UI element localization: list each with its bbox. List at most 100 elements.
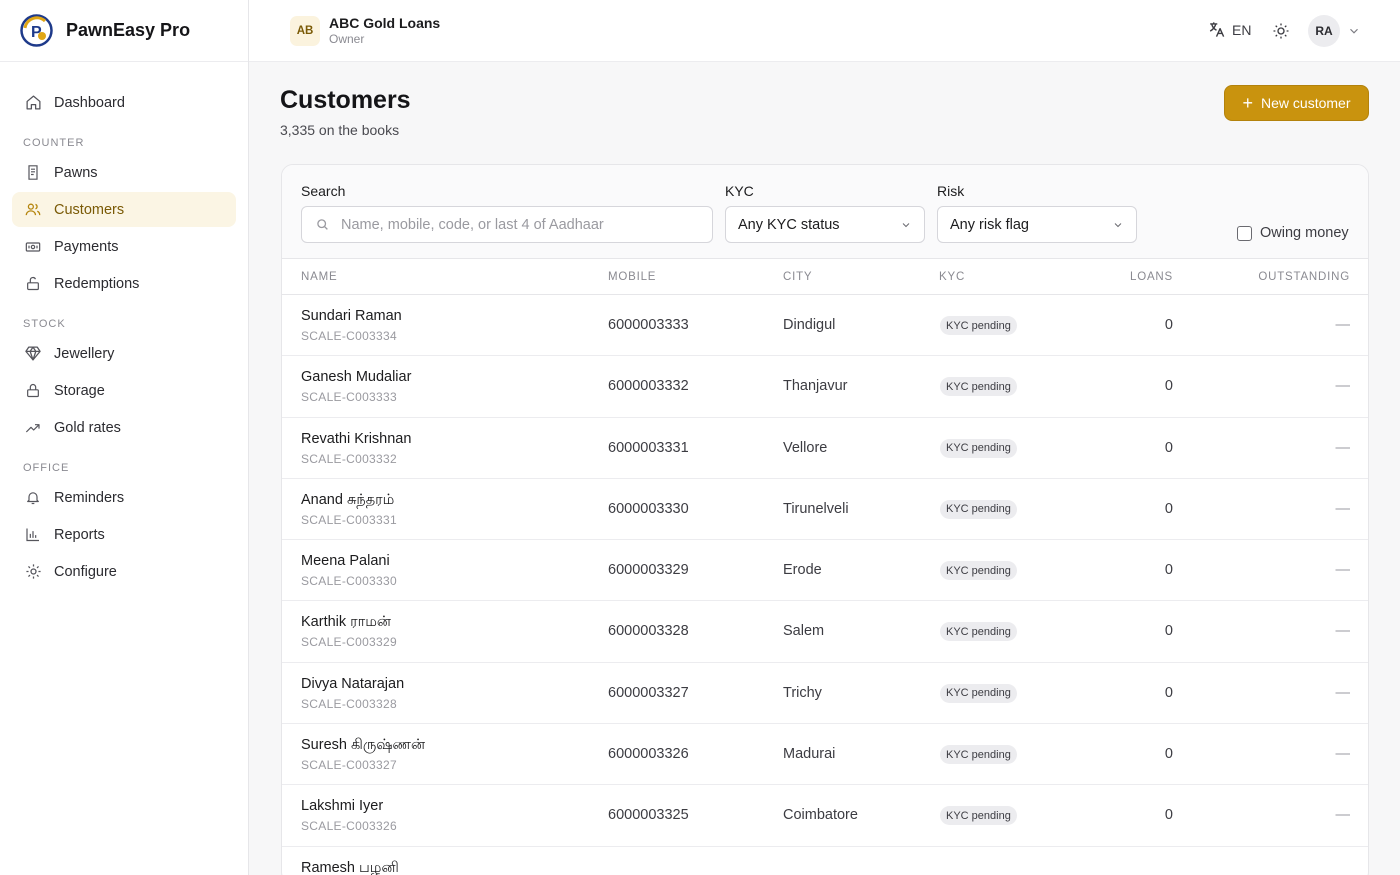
customer-code: SCALE-C003329 — [301, 635, 397, 650]
table-row[interactable]: Suresh கிருஷ்ணன் SCALE-C003327 6000003326 M… — [282, 724, 1368, 786]
trending-up-icon — [24, 419, 42, 437]
customers-card: Search Name, mobile, code, or last 4 of … — [281, 164, 1369, 875]
section-label-counter: COUNTER — [23, 137, 85, 149]
customer-name: Suresh கிருஷ்ணன் — [301, 737, 426, 754]
sidebar-item-configure[interactable]: Configure — [12, 554, 236, 589]
loan-count: 0 — [1164, 807, 1173, 824]
translate-icon — [1209, 22, 1225, 37]
table-body: Sundari Raman SCALE-C003334 6000003333 Dind… — [282, 295, 1368, 875]
lock-icon — [24, 382, 42, 400]
column-header-kyc[interactable]: KYC — [939, 271, 965, 283]
theme-toggle-button[interactable] — [1271, 21, 1291, 41]
bar-chart-icon — [24, 526, 42, 544]
new-customer-label: New customer — [1261, 95, 1351, 111]
sidebar-item-label: Payments — [54, 238, 119, 255]
outstanding-amount: — — [1335, 684, 1351, 701]
chevron-down-icon[interactable] — [1347, 24, 1361, 38]
column-header-outstanding[interactable]: OUTSTANDING — [1258, 271, 1350, 283]
logo-icon: P — [20, 14, 53, 47]
table-row[interactable]: Anand சுந்தரம் SCALE-C003331 6000003330 Tir… — [282, 479, 1368, 541]
customer-city: Madurai — [783, 746, 836, 763]
sidebar-item-reminders[interactable]: Reminders — [12, 480, 236, 515]
sidebar-item-reports[interactable]: Reports — [12, 517, 236, 552]
column-header-mobile[interactable]: MOBILE — [608, 271, 656, 283]
customer-name: Divya Natarajan — [301, 675, 405, 692]
customer-city: Tirunelveli — [783, 500, 849, 517]
owing-money-filter[interactable]: Owing money — [1237, 225, 1349, 241]
column-header-city[interactable]: CITY — [783, 271, 812, 283]
customer-name: Ganesh Mudaliar — [301, 369, 412, 386]
customer-city: Trichy — [783, 684, 822, 701]
outstanding-amount: — — [1335, 562, 1351, 579]
kyc-select[interactable]: Any KYC status — [725, 206, 925, 243]
language-switcher[interactable]: EN — [1207, 20, 1251, 39]
sidebar-item-storage[interactable]: Storage — [12, 373, 236, 408]
kyc-status-badge: KYC pending — [940, 745, 1017, 765]
loan-count: 0 — [1164, 746, 1173, 763]
customer-city: Thanjavur — [783, 378, 848, 395]
settings-icon — [24, 563, 42, 581]
receipt-icon — [24, 164, 42, 182]
risk-select[interactable]: Any risk flag — [937, 206, 1137, 243]
table-row[interactable]: Sundari Raman SCALE-C003334 6000003333 Dind… — [282, 295, 1368, 357]
customer-city: Erode — [783, 562, 822, 579]
brand[interactable]: P PawnEasy Pro — [0, 0, 248, 62]
table-row[interactable]: Meena Palani SCALE-C003330 6000003329 Erode… — [282, 540, 1368, 602]
loan-count: 0 — [1164, 439, 1173, 456]
table-row[interactable]: Ramesh பழனி — [282, 847, 1368, 875]
customer-code: SCALE-C003334 — [301, 329, 397, 343]
search-input[interactable]: Name, mobile, code, or last 4 of Aadhaar — [301, 206, 713, 243]
customer-mobile: 6000003333 — [608, 317, 689, 333]
filters-bar: Search Name, mobile, code, or last 4 of … — [282, 165, 1368, 259]
outstanding-amount: — — [1335, 746, 1351, 763]
unlock-icon — [24, 275, 42, 293]
page-subtitle: 3,335 on the books — [280, 122, 400, 138]
chevron-down-icon — [1114, 223, 1122, 228]
sidebar-item-gold-rates[interactable]: Gold rates — [12, 410, 236, 445]
customer-code: SCALE-C003327 — [301, 758, 397, 773]
customer-name: Meena Palani — [301, 553, 390, 570]
users-icon — [24, 201, 42, 219]
outstanding-amount: — — [1335, 317, 1351, 333]
page-title: Customers — [280, 86, 411, 114]
table-row[interactable]: Lakshmi Iyer SCALE-C003326 6000003325 Coimb… — [282, 785, 1368, 847]
new-customer-button[interactable]: + New customer — [1224, 85, 1369, 121]
table-row[interactable]: Revathi Krishnan SCALE-C003332 6000003331 V… — [282, 418, 1368, 479]
customer-mobile: 6000003327 — [608, 684, 689, 701]
org-badge[interactable]: AB — [290, 16, 320, 46]
language-label: EN — [1232, 21, 1252, 38]
owing-money-checkbox[interactable] — [1237, 225, 1252, 241]
sidebar-item-pawns[interactable]: Pawns — [12, 155, 236, 190]
table-row[interactable]: Ganesh Mudaliar SCALE-C003333 6000003332 Th… — [282, 356, 1368, 418]
kyc-status-badge: KYC pending — [940, 438, 1017, 458]
sidebar-item-label: Reminders — [54, 489, 125, 506]
sidebar-item-customers[interactable]: Customers — [12, 192, 236, 227]
kyc-label: KYC — [725, 183, 754, 199]
customer-mobile: 6000003331 — [608, 439, 689, 456]
table-row[interactable]: Karthik ராமன் SCALE-C003329 6000003328 Sale… — [282, 601, 1368, 663]
customer-code: SCALE-C003330 — [301, 574, 397, 589]
loan-count: 0 — [1164, 562, 1173, 579]
loan-count: 0 — [1164, 500, 1173, 517]
table-header: NAME MOBILE CITY KYC LOANS OUTSTANDING — [282, 259, 1368, 295]
avatar[interactable]: RA — [1308, 15, 1340, 47]
sidebar-item-payments[interactable]: Payments — [12, 229, 236, 264]
kyc-status-badge: KYC pending — [940, 316, 1017, 335]
column-header-name[interactable]: NAME — [301, 271, 337, 283]
column-header-loans[interactable]: LOANS — [1130, 271, 1173, 283]
search-label: Search — [301, 183, 346, 199]
customer-code: SCALE-C003332 — [301, 451, 397, 466]
customer-name: Lakshmi Iyer — [301, 798, 384, 815]
org-name: ABC Gold Loans — [329, 15, 441, 31]
sidebar-item-redemptions[interactable]: Redemptions — [12, 266, 236, 301]
sidebar-item-label: Gold rates — [54, 419, 121, 436]
customer-mobile: 6000003325 — [608, 807, 689, 824]
sidebar-item-jewellery[interactable]: Jewellery — [12, 336, 236, 371]
customer-mobile: 6000003326 — [608, 746, 689, 763]
banknote-icon — [24, 238, 42, 256]
sidebar-item-dashboard[interactable]: Dashboard — [12, 85, 236, 120]
brand-name: PawnEasy Pro — [66, 20, 191, 40]
sidebar-item-label: Reports — [54, 526, 105, 543]
sidebar-item-label: Redemptions — [54, 275, 140, 292]
table-row[interactable]: Divya Natarajan SCALE-C003328 6000003327 Tr… — [282, 663, 1368, 725]
